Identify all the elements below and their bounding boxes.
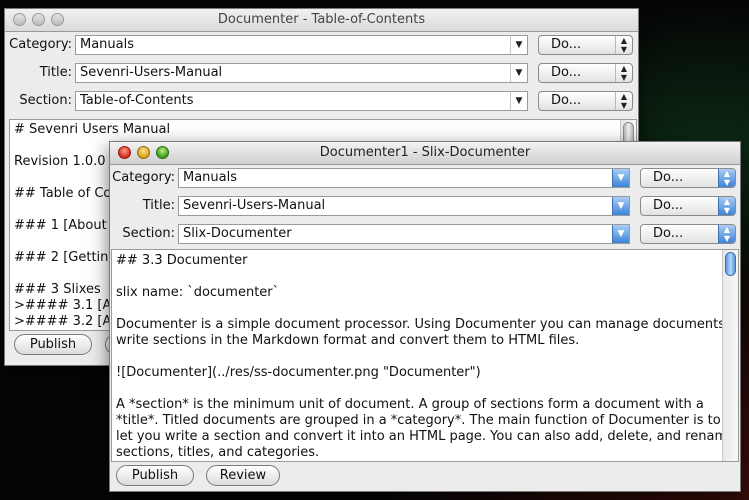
front-title-do-button[interactable]: Do... ▲ ▼ bbox=[640, 196, 736, 216]
front-window-titlebar[interactable]: Documenter1 - Slix-Documenter bbox=[110, 142, 740, 165]
back-section-do-button[interactable]: Do... ▲ ▼ bbox=[538, 91, 633, 111]
back-title-do-button[interactable]: Do... ▲ ▼ bbox=[538, 63, 633, 83]
text-line: write sections in the Markdown format an… bbox=[116, 333, 580, 348]
text-line bbox=[116, 381, 734, 397]
front-window-title: Documenter1 - Slix-Documenter bbox=[319, 145, 531, 160]
text-line bbox=[116, 349, 734, 365]
back-category-combo[interactable]: Manuals ▼ bbox=[75, 35, 528, 55]
section-label: Section: bbox=[122, 226, 175, 241]
back-window-title: Documenter - Table-of-Contents bbox=[217, 12, 426, 27]
chevron-down-icon[interactable]: ▼ bbox=[612, 225, 629, 243]
text-line: # Sevenri Users Manual bbox=[14, 122, 171, 137]
back-category-value: Manuals bbox=[80, 37, 135, 52]
front-category-combo[interactable]: Manuals ▼ bbox=[178, 168, 630, 188]
chevron-down-icon[interactable]: ▼ bbox=[510, 36, 527, 54]
updown-arrows-icon: ▲ ▼ bbox=[718, 197, 735, 215]
front-category-do-button[interactable]: Do... ▲ ▼ bbox=[640, 168, 736, 188]
text-line: A *section* is the minimum unit of docum… bbox=[116, 397, 704, 412]
title-label: Title: bbox=[39, 65, 72, 80]
back-title-do-label: Do... bbox=[551, 65, 582, 80]
front-category-value: Manuals bbox=[183, 170, 238, 185]
text-line bbox=[116, 301, 734, 317]
back-window-titlebar[interactable]: Documenter - Table-of-Contents bbox=[5, 9, 638, 32]
back-category-row: Category: Manuals ▼ Do... ▲ ▼ bbox=[5, 34, 638, 56]
close-icon[interactable] bbox=[13, 13, 26, 26]
category-label: Category: bbox=[9, 37, 72, 52]
front-section-do-button[interactable]: Do... ▲ ▼ bbox=[640, 224, 736, 244]
minimize-icon[interactable] bbox=[137, 146, 150, 159]
chevron-down-icon[interactable]: ▼ bbox=[510, 92, 527, 110]
front-section-value: Slix-Documenter bbox=[183, 226, 292, 241]
front-section-row: Section: Slix-Documenter ▼ Do... ▲ ▼ bbox=[110, 223, 740, 245]
updown-arrows-icon: ▲ ▼ bbox=[615, 36, 632, 54]
front-category-do-label: Do... bbox=[653, 170, 684, 185]
text-line: sections, titles, and categories. bbox=[116, 445, 320, 460]
back-title-value: Sevenri-Users-Manual bbox=[80, 65, 223, 80]
updown-arrows-icon: ▲ ▼ bbox=[615, 92, 632, 110]
front-section-do-label: Do... bbox=[653, 226, 684, 241]
front-title-value: Sevenri-Users-Manual bbox=[183, 198, 326, 213]
back-section-do-label: Do... bbox=[551, 93, 582, 108]
front-content-editor[interactable]: ## 3.3 Documenter slix name: `documenter… bbox=[111, 249, 739, 462]
close-icon[interactable] bbox=[118, 146, 131, 159]
chevron-down-icon[interactable]: ▼ bbox=[510, 64, 527, 82]
front-scroll-thumb[interactable] bbox=[725, 252, 736, 276]
text-line: ## 3.3 Documenter bbox=[116, 253, 248, 268]
text-line: *title*. Titled documents are grouped in… bbox=[116, 413, 721, 428]
chevron-down-icon[interactable]: ▼ bbox=[612, 197, 629, 215]
text-line: let you write a section and convert it i… bbox=[116, 429, 736, 444]
front-title-do-label: Do... bbox=[653, 198, 684, 213]
back-category-do-label: Do... bbox=[551, 37, 582, 52]
text-line: slix name: `documenter` bbox=[116, 285, 280, 300]
category-label: Category: bbox=[112, 170, 175, 185]
front-vertical-scrollbar[interactable] bbox=[722, 250, 738, 461]
back-category-do-button[interactable]: Do... ▲ ▼ bbox=[538, 35, 633, 55]
back-section-row: Section: Table-of-Contents ▼ Do... ▲ ▼ bbox=[5, 90, 638, 112]
chevron-down-icon[interactable]: ▼ bbox=[612, 169, 629, 187]
updown-arrows-icon: ▲ ▼ bbox=[718, 225, 735, 243]
back-publish-button[interactable]: Publish bbox=[14, 334, 92, 355]
back-title-row: Title: Sevenri-Users-Manual ▼ Do... ▲ ▼ bbox=[5, 62, 638, 84]
front-title-combo[interactable]: Sevenri-Users-Manual ▼ bbox=[178, 196, 630, 216]
front-publish-button[interactable]: Publish bbox=[116, 465, 194, 486]
zoom-icon[interactable] bbox=[156, 146, 169, 159]
text-line: ![Documenter](../res/ss-documenter.png "… bbox=[116, 365, 481, 380]
front-category-row: Category: Manuals ▼ Do... ▲ ▼ bbox=[110, 167, 740, 189]
updown-arrows-icon: ▲ ▼ bbox=[718, 169, 735, 187]
front-review-button[interactable]: Review bbox=[206, 465, 280, 486]
section-label: Section: bbox=[19, 93, 72, 108]
back-section-value: Table-of-Contents bbox=[80, 93, 194, 108]
back-section-combo[interactable]: Table-of-Contents ▼ bbox=[75, 91, 528, 111]
zoom-icon[interactable] bbox=[51, 13, 64, 26]
updown-arrows-icon: ▲ ▼ bbox=[615, 64, 632, 82]
text-line bbox=[116, 269, 734, 285]
front-window: Documenter1 - Slix-Documenter Category: … bbox=[109, 141, 741, 492]
front-section-combo[interactable]: Slix-Documenter ▼ bbox=[178, 224, 630, 244]
title-label: Title: bbox=[142, 198, 175, 213]
text-line: Documenter is a simple document processo… bbox=[116, 317, 730, 332]
back-title-combo[interactable]: Sevenri-Users-Manual ▼ bbox=[75, 63, 528, 83]
minimize-icon[interactable] bbox=[32, 13, 45, 26]
front-title-row: Title: Sevenri-Users-Manual ▼ Do... ▲ ▼ bbox=[110, 195, 740, 217]
